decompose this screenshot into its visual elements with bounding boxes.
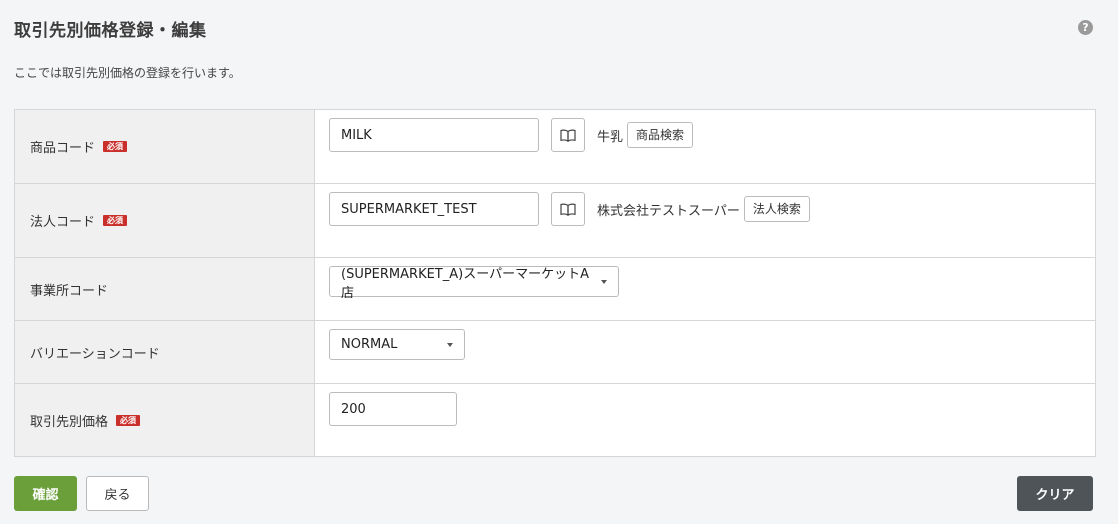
form-row-office: 事業所コード (SUPERMARKET_A)スーパーマーケットA店	[15, 258, 1095, 321]
form-value-cell: NORMAL	[315, 321, 1095, 383]
book-icon	[560, 129, 576, 142]
required-badge: 必須	[116, 414, 141, 426]
variation-code-select[interactable]: NORMAL	[329, 329, 465, 360]
form-row-product: 商品コード 必須 牛乳 商品検索	[15, 110, 1095, 184]
required-badge: 必須	[103, 215, 128, 226]
product-search-button[interactable]: 商品検索	[627, 122, 694, 148]
form-label-cell: 取引先別価格 必須	[15, 384, 315, 456]
form-label-cell: バリエーションコード	[15, 321, 315, 383]
chevron-down-icon	[601, 279, 607, 284]
corporation-lookup-button[interactable]	[551, 192, 585, 226]
required-badge: 必須	[103, 141, 128, 152]
form-label-cell: 事業所コード	[15, 258, 315, 320]
form-value-cell	[315, 384, 1095, 456]
back-button[interactable]: 戻る	[86, 476, 149, 511]
corporation-search-button[interactable]: 法人検索	[743, 196, 810, 222]
book-icon	[560, 203, 576, 216]
form-table: 商品コード 必須 牛乳 商品検索 法人コード 必須	[14, 109, 1096, 457]
form-label-cell: 商品コード 必須	[15, 110, 315, 183]
form-value-cell: 牛乳 商品検索	[315, 110, 1095, 183]
page-title: 取引先別価格登録・編集	[14, 21, 207, 41]
question-circle-icon[interactable]: ?	[1078, 20, 1093, 35]
product-name-text: 牛乳	[597, 130, 624, 145]
office-code-selected: (SUPERMARKET_A)スーパーマーケットA店	[341, 266, 589, 301]
chevron-down-icon	[447, 342, 453, 347]
form-row-variation: バリエーションコード NORMAL	[15, 321, 1095, 384]
form-row-price: 取引先別価格 必須	[15, 384, 1095, 456]
price-label: 取引先別価格	[30, 414, 109, 430]
office-code-select[interactable]: (SUPERMARKET_A)スーパーマーケットA店	[329, 266, 619, 301]
form-row-corporation: 法人コード 必須 株式会社テストスーパー 法人検索	[15, 184, 1095, 258]
confirm-button[interactable]: 確認	[14, 476, 77, 511]
office-code-label: 事業所コード	[30, 283, 109, 299]
page-description: ここでは取引先別価格の登録を行います。	[14, 66, 241, 80]
corporation-name-text: 株式会社テストスーパー	[597, 204, 740, 219]
product-code-label: 商品コード	[30, 141, 96, 156]
form-label-cell: 法人コード 必須	[15, 184, 315, 257]
clear-button[interactable]: クリア	[1017, 476, 1093, 511]
price-input[interactable]	[329, 392, 457, 426]
product-lookup-button[interactable]	[551, 118, 585, 152]
variation-code-selected: NORMAL	[341, 337, 398, 352]
corporation-code-input[interactable]	[329, 192, 539, 226]
product-code-input[interactable]	[329, 118, 539, 152]
form-value-cell: 株式会社テストスーパー 法人検索	[315, 184, 1095, 257]
form-value-cell: (SUPERMARKET_A)スーパーマーケットA店	[315, 258, 1095, 320]
variation-code-label: バリエーションコード	[30, 346, 160, 362]
corporation-code-label: 法人コード	[30, 215, 96, 230]
